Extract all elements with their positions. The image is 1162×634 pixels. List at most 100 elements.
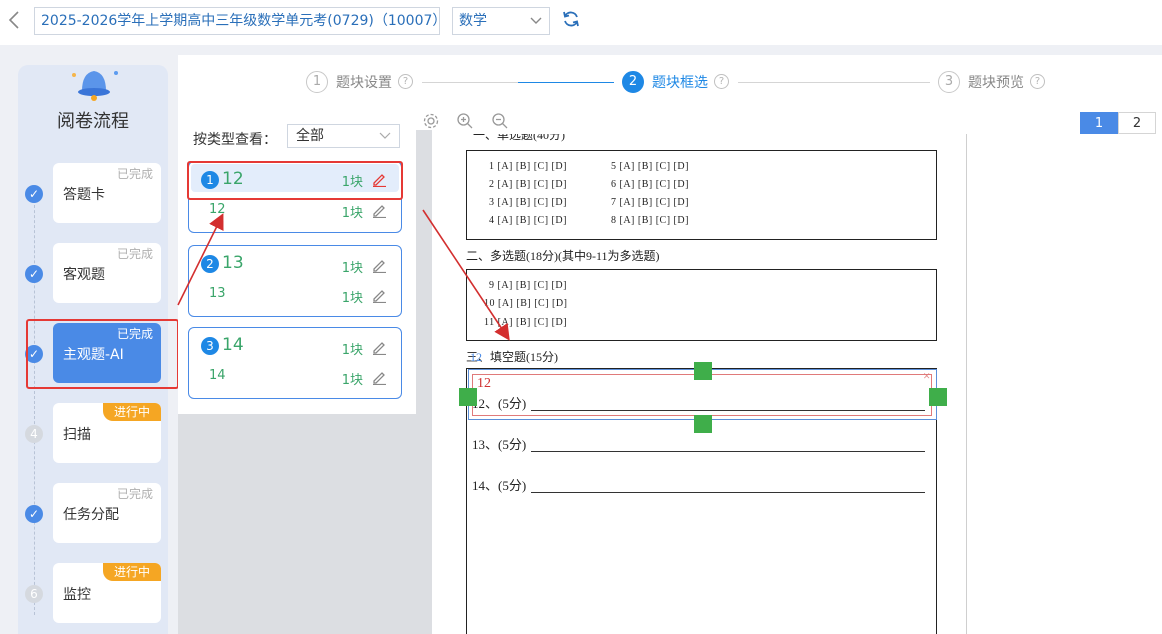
page-button-2[interactable]: 2	[1118, 112, 1156, 134]
step-card[interactable]: 已完成 客观题	[53, 243, 161, 303]
chevron-down-icon	[379, 132, 391, 139]
step-monitor[interactable]: 6 进行中 监控	[18, 563, 168, 623]
omr-row: 8 [A] [B] [C] [D]	[611, 215, 689, 226]
subject-value: 数学	[459, 13, 487, 29]
back-arrow-icon[interactable]	[8, 10, 26, 32]
step-status: 已完成	[116, 487, 153, 501]
omr-row: 3 [A] [B] [C] [D]	[489, 197, 567, 208]
main-panel: 1 题块设置 ? 2 题块框选 ? 3 题块预览 ? 按类型查看： 全部 1 1…	[178, 55, 1162, 634]
omr-row: 7 [A] [B] [C] [D]	[611, 197, 689, 208]
stepper-label[interactable]: 题块框选	[652, 72, 708, 92]
edit-icon[interactable]	[371, 339, 387, 355]
step-number: 6	[25, 585, 43, 603]
omr-row: 11 [A] [B] [C] [D]	[484, 317, 568, 328]
block-sub-count: 1块	[341, 373, 363, 388]
workflow-sidebar: 阅卷流程 ✓ 已完成 答题卡 ✓ 已完成 客观题 ✓ 已完成 主观题-AI 4 …	[18, 65, 179, 634]
step-number: 4	[25, 425, 43, 443]
step-objective[interactable]: ✓ 已完成 客观题	[18, 243, 168, 303]
filter-label: 按类型查看：	[193, 132, 277, 148]
region-tag: 12	[477, 376, 491, 391]
stepper-line	[518, 82, 614, 83]
page-button-1[interactable]: 1	[1080, 112, 1118, 134]
fill-item: 14、(5分)	[472, 478, 527, 493]
top-bar: 2025-2026学年上学期高中三年级数学单元考(0729)（10007） 数学	[0, 0, 1162, 45]
step-status: 已完成	[116, 247, 153, 261]
step-label: 监控	[63, 587, 91, 603]
settings-icon[interactable]	[422, 112, 440, 130]
omr-row: 10 [A] [B] [C] [D]	[484, 298, 568, 309]
edit-icon[interactable]	[371, 287, 387, 303]
resize-handle-left[interactable]	[459, 388, 477, 406]
sidebar-title: 阅卷流程	[57, 111, 129, 132]
answer-line	[531, 451, 925, 452]
subject-select[interactable]: 数学	[452, 7, 550, 35]
stepper-number: 1	[306, 71, 328, 93]
zoom-out-icon[interactable]	[491, 112, 509, 130]
type-filter-select[interactable]: 全部	[287, 124, 400, 148]
list-empty-area	[178, 414, 416, 634]
answer-sheet-page: 一、单选题(40分) 1 [A] [B] [C] [D] 5 [A] [B] […	[433, 134, 967, 634]
block-sub-title: 13	[209, 286, 226, 301]
stepper-number: 3	[938, 71, 960, 93]
resize-handle-bottom[interactable]	[694, 415, 712, 433]
omr-row: 4 [A] [B] [C] [D]	[489, 215, 567, 226]
omr-row: 6 [A] [B] [C] [D]	[611, 179, 689, 190]
edit-icon[interactable]	[371, 369, 387, 385]
omr-row: 5 [A] [B] [C] [D]	[611, 161, 689, 172]
step-card[interactable]: 进行中 扫描	[53, 403, 161, 463]
check-icon: ✓	[25, 265, 43, 283]
step-answer-card[interactable]: ✓ 已完成 答题卡	[18, 163, 168, 223]
step-scan[interactable]: 4 进行中 扫描	[18, 403, 168, 463]
stepper-label[interactable]: 题块设置	[336, 72, 392, 92]
step-label: 客观题	[63, 267, 105, 283]
fill-item: 12、(5分)	[472, 396, 527, 411]
omr-row: 2 [A] [B] [C] [D]	[489, 179, 567, 190]
help-icon[interactable]: ?	[398, 74, 413, 89]
check-icon: ✓	[25, 505, 43, 523]
stepper-number: 2	[622, 71, 644, 93]
block-title: 14	[222, 335, 244, 355]
highlight-box	[26, 319, 179, 389]
omr-row: 9 [A] [B] [C] [D]	[489, 280, 567, 291]
zoom-in-icon[interactable]	[456, 112, 474, 130]
section-title-multi: 二、多选题(18分)(其中9-11为多选题)	[466, 249, 660, 263]
step-label: 任务分配	[63, 507, 119, 523]
section-title-single: 一、单选题(40分)	[473, 134, 565, 142]
stepper-label[interactable]: 题块预览	[968, 72, 1024, 92]
region-label: 12	[470, 350, 482, 364]
help-icon[interactable]: ?	[714, 74, 729, 89]
help-icon[interactable]: ?	[1030, 74, 1045, 89]
step-card[interactable]: 已完成 答题卡	[53, 163, 161, 223]
bell-icon	[72, 71, 118, 101]
step-status: 已完成	[116, 167, 153, 181]
block-sub-title: 14	[209, 368, 226, 383]
question-block-13[interactable]: 2 13 1块 13 1块	[188, 245, 402, 317]
step-card[interactable]: 进行中 监控	[53, 563, 161, 623]
block-sub-count: 1块	[341, 206, 363, 221]
fill-item: 13、(5分)	[472, 437, 527, 452]
resize-handle-right[interactable]	[929, 388, 947, 406]
step-task-assign[interactable]: ✓ 已完成 任务分配	[18, 483, 168, 543]
stepper-line	[738, 82, 930, 83]
block-title: 13	[222, 253, 244, 273]
block-badge: 3	[201, 337, 219, 355]
question-block-14[interactable]: 3 14 1块 14 1块	[188, 327, 402, 399]
refresh-icon[interactable]	[561, 9, 581, 29]
block-sub-title: 12	[209, 202, 226, 217]
edit-icon[interactable]	[371, 202, 387, 218]
step-status-tag: 进行中	[103, 563, 161, 581]
edit-icon[interactable]	[371, 257, 387, 273]
answer-line	[531, 410, 925, 411]
chevron-down-icon	[530, 17, 542, 24]
resize-handle-top[interactable]	[694, 362, 712, 380]
step-label: 答题卡	[63, 187, 105, 203]
step-label: 扫描	[63, 427, 91, 443]
filter-value: 全部	[296, 128, 324, 144]
close-icon[interactable]: ×	[923, 368, 930, 384]
block-count: 1块	[341, 343, 363, 358]
highlight-box	[187, 161, 403, 200]
answer-line	[531, 492, 925, 493]
exam-select[interactable]: 2025-2026学年上学期高中三年级数学单元考(0729)（10007）	[34, 7, 440, 35]
step-card[interactable]: 已完成 任务分配	[53, 483, 161, 543]
viewer-gutter	[416, 130, 432, 634]
